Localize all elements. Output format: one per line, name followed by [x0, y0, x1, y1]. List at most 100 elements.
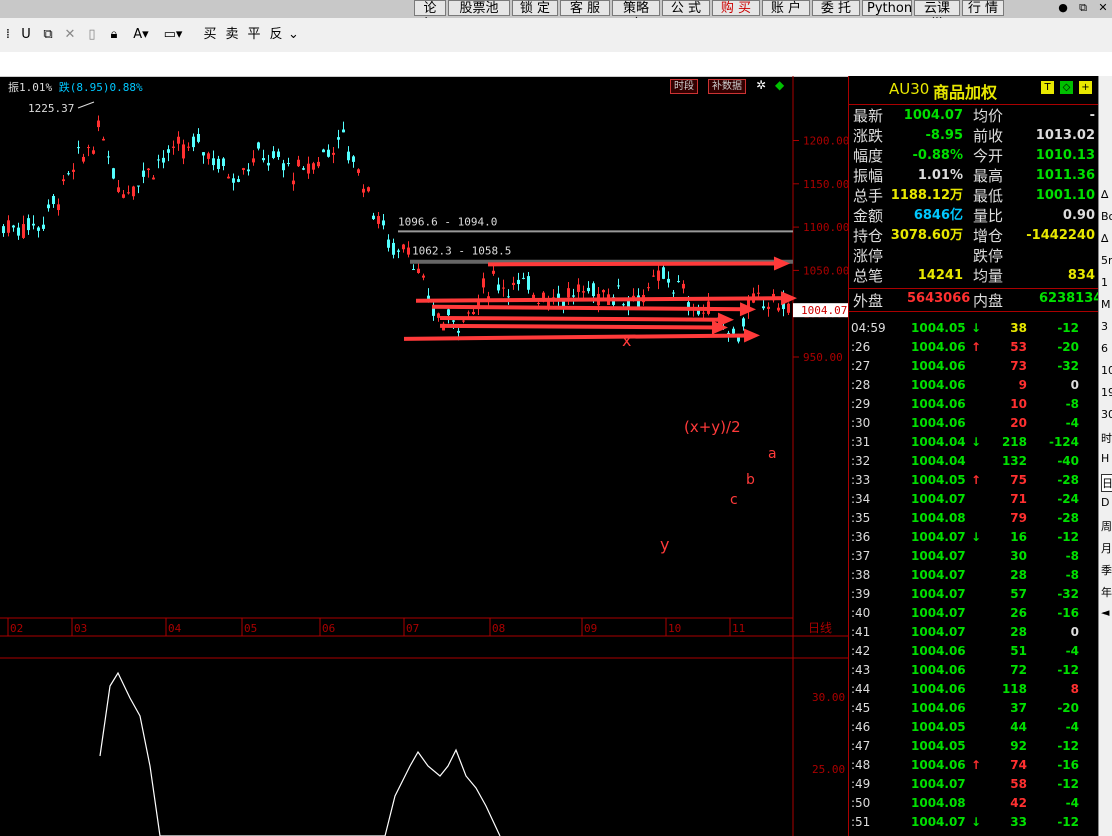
copy-icon[interactable]: ⧉ — [40, 26, 56, 44]
lock-icon[interactable]: 🔒︎ — [106, 26, 122, 44]
red-arrow-head — [743, 328, 760, 343]
quote-value: 1188.12万 — [890, 188, 963, 203]
candle-body — [252, 158, 255, 163]
menu-item[interactable]: 论 坛 — [414, 0, 446, 32]
tick-price: 1004.04 — [911, 454, 966, 468]
menu-item[interactable]: 购 买 — [712, 0, 760, 16]
quote-row: 总笔 14241 均量 834 — [849, 266, 1099, 286]
candle-body — [62, 179, 65, 182]
tick-row: :49 1004.07 58 -12 — [849, 775, 1099, 794]
period-tab[interactable]: 年 — [1101, 584, 1112, 600]
period-tab[interactable]: ◄ — [1101, 606, 1109, 619]
tick-oi-change: -8 — [1065, 568, 1079, 582]
period-tab[interactable]: ∆ — [1101, 232, 1108, 245]
period-tab[interactable]: 3 — [1101, 320, 1108, 333]
menu-item[interactable]: 客 服 — [560, 0, 610, 16]
tick-price: 1004.06 — [911, 340, 966, 354]
current-price-label: 1004.07 — [801, 304, 847, 317]
menu-item[interactable]: Python — [862, 0, 912, 16]
period-tab[interactable]: 时 — [1101, 430, 1112, 446]
date-tick-label: 02 — [10, 622, 23, 635]
candle-body — [572, 295, 575, 297]
tick-volume: 30 — [1010, 549, 1027, 563]
menu-item[interactable]: 公 式 — [662, 0, 710, 16]
period-tab[interactable]: D — [1101, 496, 1109, 509]
candle-body — [467, 312, 470, 314]
fill-data-button[interactable]: 补数据 — [708, 79, 746, 94]
close-icon[interactable]: ✕ — [1094, 0, 1112, 16]
quote-row: 涨跌 -8.95 前收 1013.02 — [849, 126, 1099, 146]
menu-item[interactable]: 锁 定 — [512, 0, 558, 16]
high-label: 1225.37 — [28, 102, 74, 115]
inner-value: 6238134 — [1039, 291, 1103, 306]
restore-icon[interactable]: ⧉ — [1074, 0, 1092, 16]
tick-row: :34 1004.07 71 -24 — [849, 490, 1099, 509]
font-color-icon[interactable]: A▾ — [128, 26, 154, 44]
annotation-label: y — [660, 535, 669, 554]
period-tab[interactable]: 10 — [1101, 364, 1112, 377]
save-icon[interactable]: ▭▾ — [160, 26, 186, 44]
menu-item[interactable]: 云课堂 — [914, 0, 960, 32]
tick-row: :44 1004.06 118 8 — [849, 680, 1099, 699]
indicator-icon[interactable]: ◆ — [775, 78, 789, 92]
candle-body — [312, 163, 315, 170]
tick-price: 1004.05 — [911, 321, 966, 335]
sell-button[interactable]: 卖 — [224, 26, 240, 44]
period-tab[interactable]: 月 — [1101, 540, 1112, 556]
minimize-icon[interactable]: ● — [1054, 0, 1072, 16]
delete-icon[interactable]: ✕ — [62, 26, 78, 44]
quote-label: 金额 — [853, 207, 884, 225]
period-tab[interactable]: H — [1101, 452, 1109, 465]
trash-icon[interactable]: ▯ — [84, 26, 100, 44]
high-pointer — [77, 101, 95, 109]
annotation-label: b — [746, 472, 755, 488]
tick-volume: 37 — [1010, 701, 1027, 715]
candle-body — [237, 179, 240, 182]
candle-body — [92, 150, 95, 154]
tick-row: :47 1004.05 92 -12 — [849, 737, 1099, 756]
candle-body — [292, 180, 295, 185]
candle-body — [137, 185, 140, 187]
settings-icon[interactable]: ✲ — [756, 78, 770, 92]
link-icon[interactable]: U — [18, 26, 34, 44]
menu-item[interactable]: 委 托 — [812, 0, 860, 16]
top-menu-bar: 论 坛股票池锁 定客 服策略库公 式购 买账 户委 托Python云课堂行 情 — [0, 0, 1112, 32]
period-tab[interactable]: Bo — [1101, 210, 1112, 223]
more-icon[interactable]: ⌄ — [288, 26, 299, 44]
period-button[interactable]: 时段 — [670, 79, 698, 94]
period-tab[interactable]: 日 — [1101, 474, 1112, 492]
kline-chart[interactable]: 1200.001150.001100.001050.001000.00950.0… — [0, 76, 848, 836]
quote-label: 振幅 — [853, 167, 884, 185]
candle-body — [157, 159, 160, 161]
symbol-code: AU30 — [889, 80, 930, 98]
candle-body — [327, 149, 330, 157]
outer-inner-row: 外盘 5643066 内盘 6238134 — [849, 288, 1103, 312]
period-tab[interactable]: 季 — [1101, 562, 1112, 578]
period-tab[interactable]: 周 — [1101, 518, 1112, 534]
add-icon[interactable]: + — [1079, 81, 1092, 94]
quote-label: 幅度 — [853, 147, 884, 165]
period-tab[interactable]: 5r — [1101, 254, 1112, 267]
period-tab[interactable]: 19 — [1101, 386, 1112, 399]
cursor-icon[interactable]: ⁞ — [2, 26, 14, 44]
quote-value: 1.01% — [917, 168, 963, 183]
tick-time: :32 — [851, 454, 871, 468]
tick-price: 1004.06 — [911, 359, 966, 373]
trade-icon[interactable]: T — [1041, 81, 1054, 94]
tick-oi-change: 0 — [1070, 378, 1079, 392]
menu-item[interactable]: 策略库 — [612, 0, 660, 32]
info-icon[interactable]: ◇ — [1060, 81, 1073, 94]
menu-item[interactable]: 行 情 — [962, 0, 1004, 16]
period-tab[interactable]: M — [1101, 298, 1111, 311]
flat-button[interactable]: 平 — [246, 26, 262, 44]
buy-button[interactable]: 买 — [202, 26, 218, 44]
period-tab[interactable]: 6 — [1101, 342, 1108, 355]
tick-price: 1004.07 — [911, 530, 966, 544]
menu-item[interactable]: 股票池 — [448, 0, 510, 16]
period-tab[interactable]: 30 — [1101, 408, 1112, 421]
period-tab[interactable]: ∆ — [1101, 188, 1108, 201]
reverse-button[interactable]: 反 — [268, 26, 284, 44]
candle-body — [767, 306, 770, 309]
period-tab[interactable]: 1 — [1101, 276, 1108, 289]
menu-item[interactable]: 账 户 — [762, 0, 810, 16]
